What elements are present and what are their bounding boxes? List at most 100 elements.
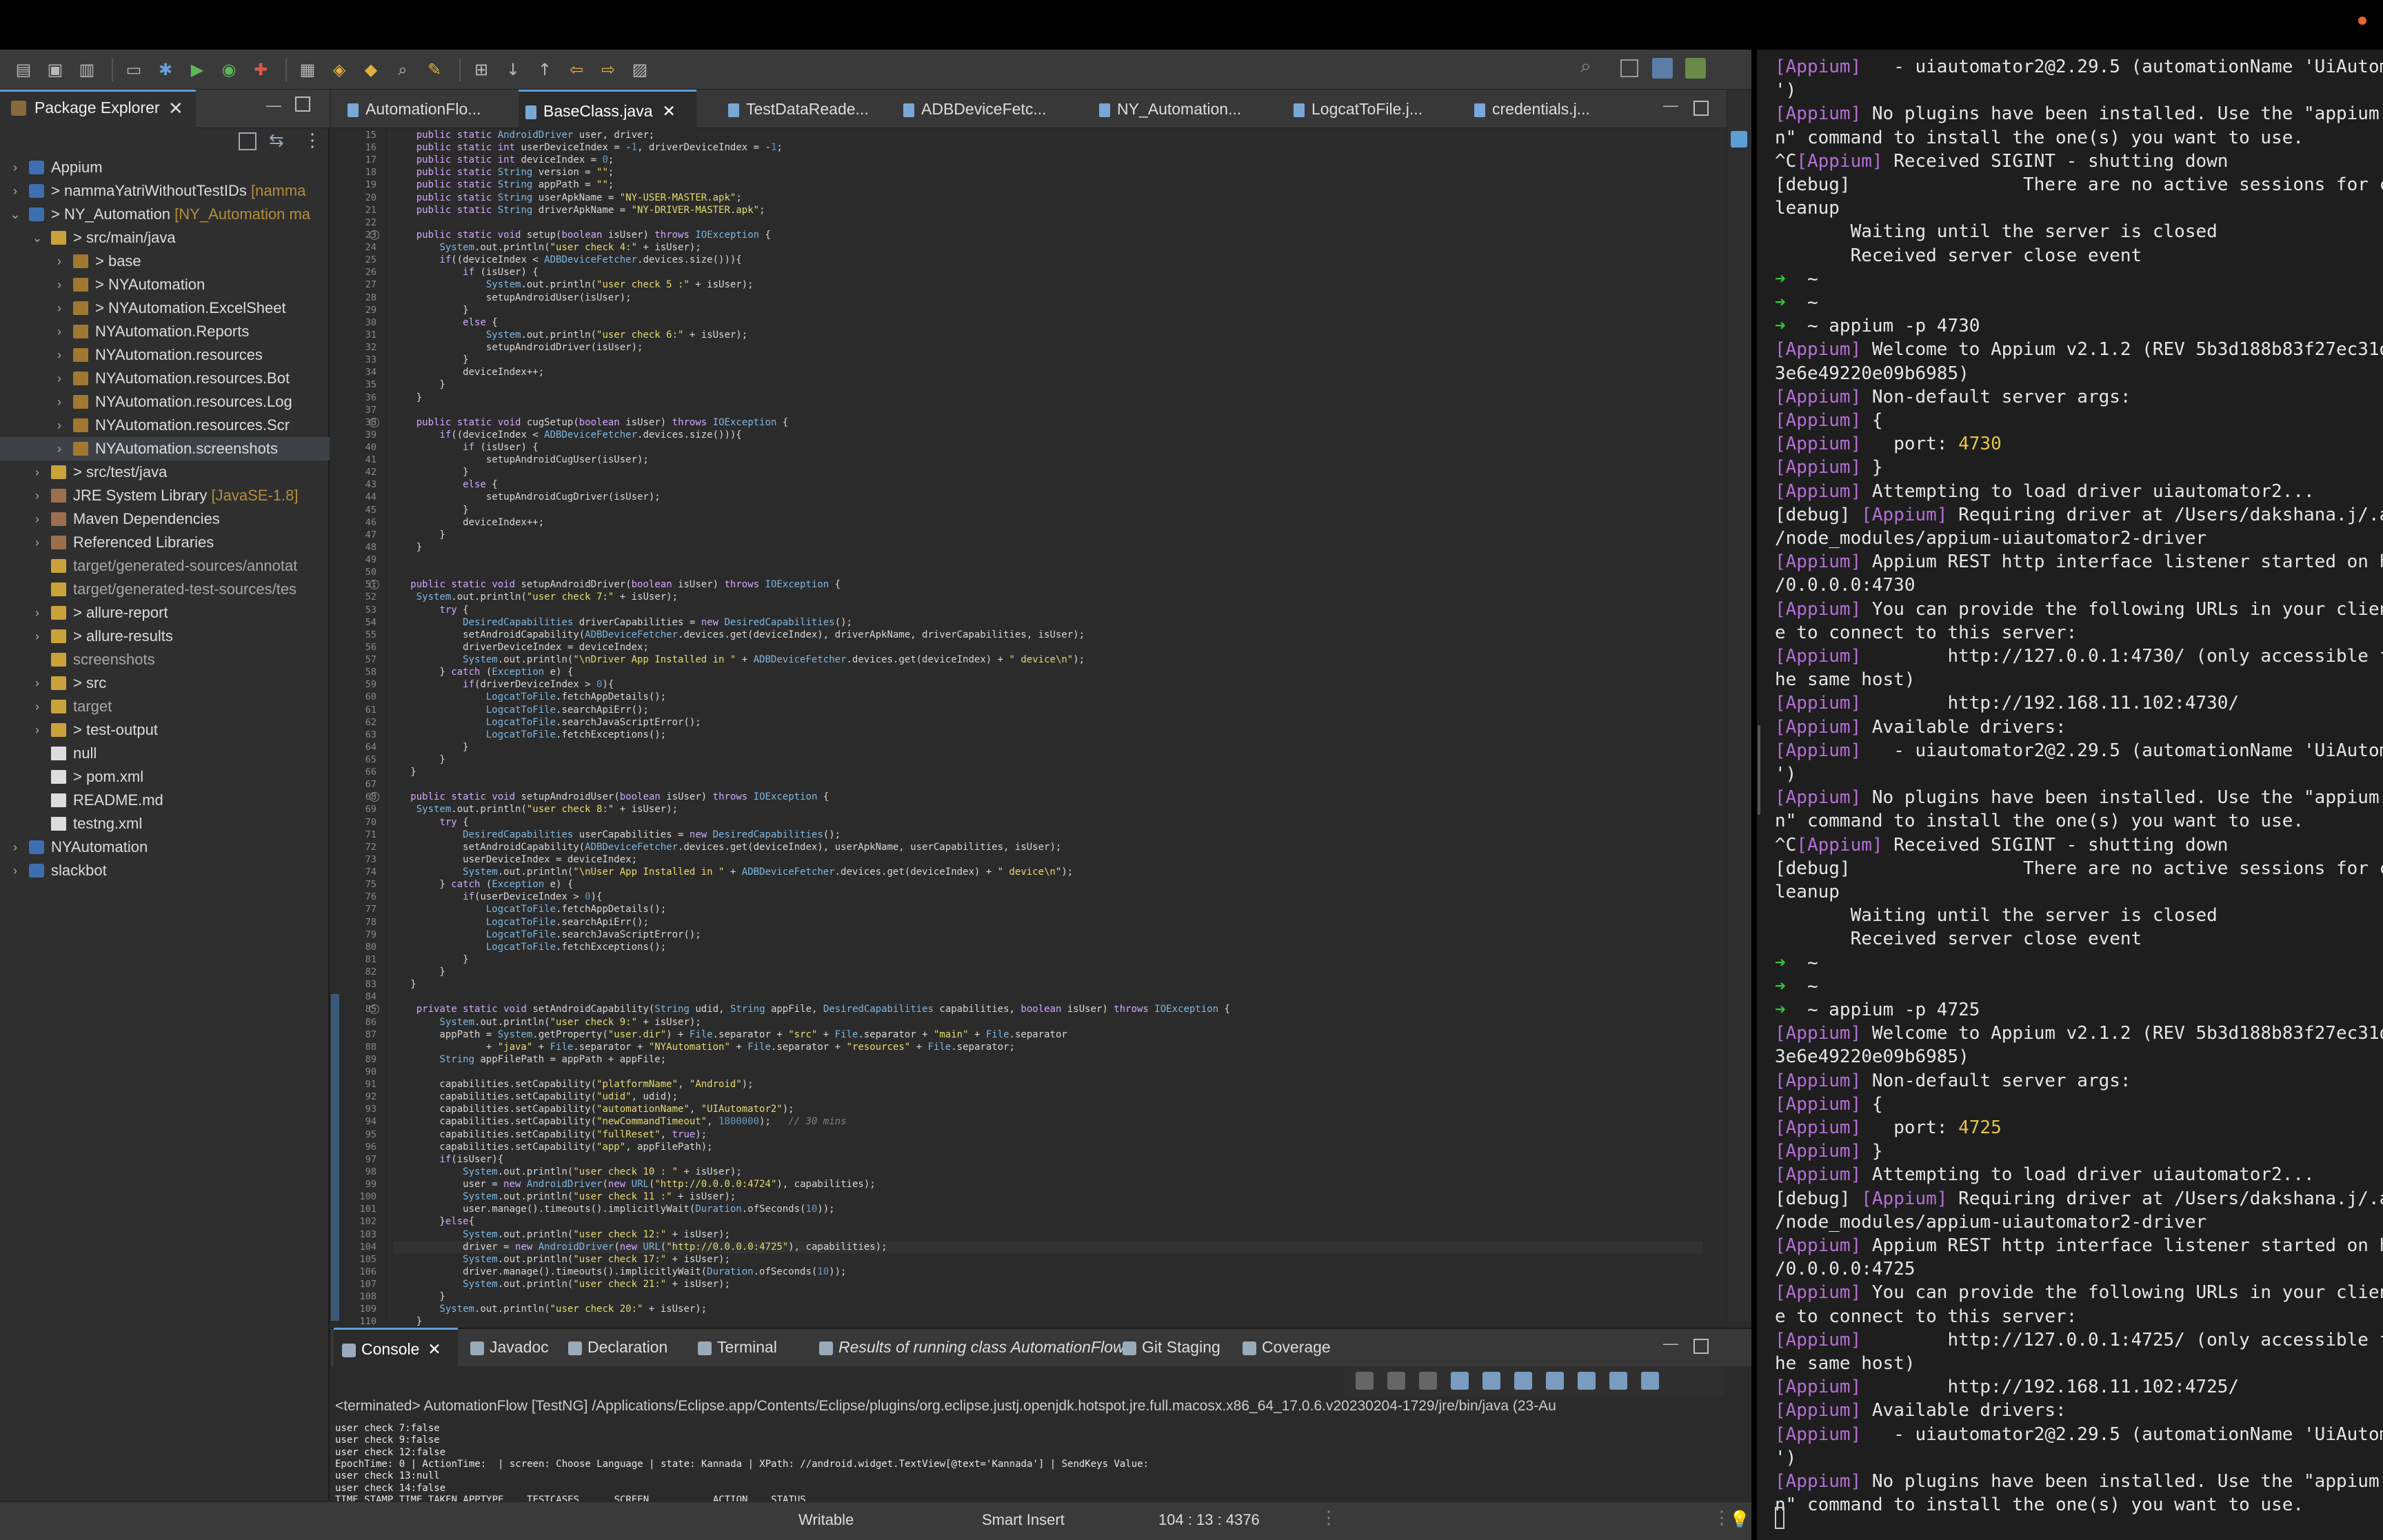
tree-item[interactable]: › > test-output [0,718,330,742]
chevron-right-icon[interactable]: › [52,273,66,296]
code-line[interactable]: System.out.println("user check 6:" + isU… [393,329,747,341]
quick-access-search-icon[interactable]: ⌕ [1580,55,1591,78]
collapse-all-icon[interactable] [239,132,257,150]
code-line[interactable]: } [393,354,468,366]
chevron-right-icon[interactable]: › [30,671,44,695]
new-icon[interactable]: ▤ [10,56,37,83]
code-line[interactable]: DesiredCapabilities userCapabilities = n… [393,829,841,841]
code-line[interactable]: setupAndroidDriver(isUser); [393,341,643,354]
chevron-right-icon[interactable]: › [8,156,22,179]
code-line[interactable]: System.out.println("user check 20:" + is… [393,1303,707,1315]
code-line[interactable]: if (isUser) { [393,441,539,454]
code-line[interactable]: } catch (Exception e) { [393,666,573,678]
code-line[interactable]: + "java" + File.separator + "NYAutomatio… [393,1041,1015,1053]
chevron-right-icon[interactable]: › [52,437,66,460]
code-line[interactable]: appPath = System.getProperty("user.dir")… [393,1029,1067,1041]
prev-annotation-icon[interactable]: ↑ [531,56,559,83]
code-line[interactable]: System.out.println("user check 7:" + isU… [393,591,678,603]
editor-tab[interactable]: BaseClass.java ✕ [519,90,696,128]
open-perspective-icon[interactable] [1620,59,1638,77]
chevron-right-icon[interactable]: › [52,367,66,390]
console-maximize-icon[interactable] [1693,1339,1709,1354]
code-line[interactable]: LogcatToFile.searchJavaScriptError(); [393,929,701,941]
tree-item[interactable]: › target [0,695,330,718]
code-line[interactable]: LogcatToFile.searchJavaScriptError(); [393,716,701,729]
toggle-mark-icon[interactable]: ⊞ [467,56,495,83]
forward-icon[interactable]: ⇨ [594,56,622,83]
code-line[interactable]: public static int userDeviceIndex = -1, … [393,141,783,154]
tree-item[interactable]: screenshots [0,648,330,671]
code-line[interactable]: deviceIndex++; [393,516,544,529]
scroll-lock-icon[interactable] [1482,1372,1500,1390]
code-line[interactable]: String appFilePath = appPath + appFile; [393,1053,666,1066]
code-line[interactable]: public static void setupAndroidUser(bool… [393,791,829,803]
tree-item[interactable]: target/generated-test-sources/tes [0,578,330,601]
editor-tab[interactable]: LogcatToFile.j... [1287,90,1452,128]
terminal-icon[interactable]: ▭ [120,56,148,83]
status-menu-icon[interactable]: ⋮ [1320,1507,1338,1528]
code-line[interactable]: capabilities.setCapability("fullReset", … [393,1128,707,1141]
code-line[interactable]: user.manage().timeouts().implicitlyWait(… [393,1203,834,1215]
new-java-project-icon[interactable]: ▦ [294,56,321,83]
new-class-icon[interactable]: ◆ [357,56,385,83]
code-line[interactable]: if(userDeviceIndex > 0){ [393,891,602,903]
tree-item[interactable]: ⌄ > NY_Automation [NY_Automation ma [0,203,330,226]
open-console-icon[interactable] [1578,1372,1596,1390]
tree-item[interactable]: README.md [0,789,330,812]
code-line[interactable]: LogcatToFile.fetchExceptions(); [393,729,666,741]
code-line[interactable]: System.out.println("user check 9:" + isU… [393,1016,701,1029]
fold-toggle-icon[interactable]: − [370,230,379,240]
tree-item[interactable]: › NYAutomation.resources [0,343,330,367]
tree-item[interactable]: testng.xml [0,812,330,835]
close-tab-icon[interactable]: ✕ [428,1340,441,1358]
code-line[interactable]: userDeviceIndex = deviceIndex; [393,853,637,866]
remove-launch-icon[interactable] [1387,1372,1405,1390]
code-line[interactable]: public static void cugSetup(boolean isUs… [393,416,789,429]
tree-item[interactable]: › NYAutomation.resources.Log [0,390,330,414]
tree-item[interactable]: › > NYAutomation.ExcelSheet [0,296,330,320]
tree-item[interactable]: target/generated-sources/annotat [0,554,330,578]
chevron-right-icon[interactable]: › [30,484,44,507]
code-line[interactable]: } [393,753,445,766]
code-line[interactable]: } [393,529,445,541]
code-line[interactable]: if(driverDeviceIndex > 0){ [393,678,614,691]
view-menu-icon[interactable]: ⋮ [303,130,321,151]
code-line[interactable]: setAndroidCapability(ADBDeviceFetcher.de… [393,841,1061,853]
tree-item[interactable]: › > src/test/java [0,460,330,484]
editor-tab[interactable]: NY_Automation... [1092,90,1271,128]
code-line[interactable]: public static String appPath = ""; [393,179,614,191]
java-perspective-icon[interactable] [1652,58,1673,79]
tree-item[interactable]: › > NYAutomation [0,273,330,296]
code-line[interactable]: deviceIndex++; [393,366,544,378]
code-line[interactable]: System.out.println("user check 5 :" + is… [393,278,754,291]
code-line[interactable]: public static void setup(boolean isUser)… [393,229,771,241]
code-line[interactable]: } [393,504,468,516]
editor-tab[interactable]: TestDataReade... [721,90,880,128]
code-line[interactable]: else { [393,478,498,491]
pin-console-icon[interactable] [1546,1372,1564,1390]
code-line[interactable]: System.out.println("user check 11 :" + i… [393,1191,736,1203]
chevron-right-icon[interactable]: › [30,695,44,718]
open-type-icon[interactable]: ⌕ [389,56,416,83]
code-line[interactable]: } [393,304,468,316]
tree-item[interactable]: › > allure-report [0,601,330,625]
debug-perspective-icon[interactable] [1685,58,1706,79]
code-line[interactable]: driver.manage().timeouts().implicitlyWai… [393,1266,846,1278]
word-wrap-icon[interactable] [1514,1372,1532,1390]
editor-maximize-icon[interactable] [1693,101,1709,116]
clear-console-icon[interactable] [1451,1372,1469,1390]
terminal-scrollbar[interactable] [1758,725,1760,815]
code-line[interactable]: capabilities.setCapability("app", appFil… [393,1141,712,1153]
code-line[interactable]: public static String driverApkName = "NY… [393,204,765,216]
code-line[interactable]: System.out.println("user check 12:" + is… [393,1228,730,1241]
chevron-right-icon[interactable]: › [30,601,44,625]
console-tab[interactable]: Console ✕ [334,1328,458,1366]
code-line[interactable]: } [393,378,445,391]
console-tab[interactable]: Results of running class AutomationFlow [811,1328,1125,1366]
code-line[interactable]: setupAndroidCugUser(isUser); [393,454,649,466]
code-line[interactable]: public static void setupAndroidDriver(bo… [393,578,841,591]
terminate-icon[interactable] [1356,1372,1374,1390]
code-line[interactable]: System.out.println("user check 4:" + isU… [393,241,701,254]
code-line[interactable]: System.out.println("\nUser App Installed… [393,866,1073,878]
code-line[interactable]: System.out.println("user check 10 : " + … [393,1166,742,1178]
